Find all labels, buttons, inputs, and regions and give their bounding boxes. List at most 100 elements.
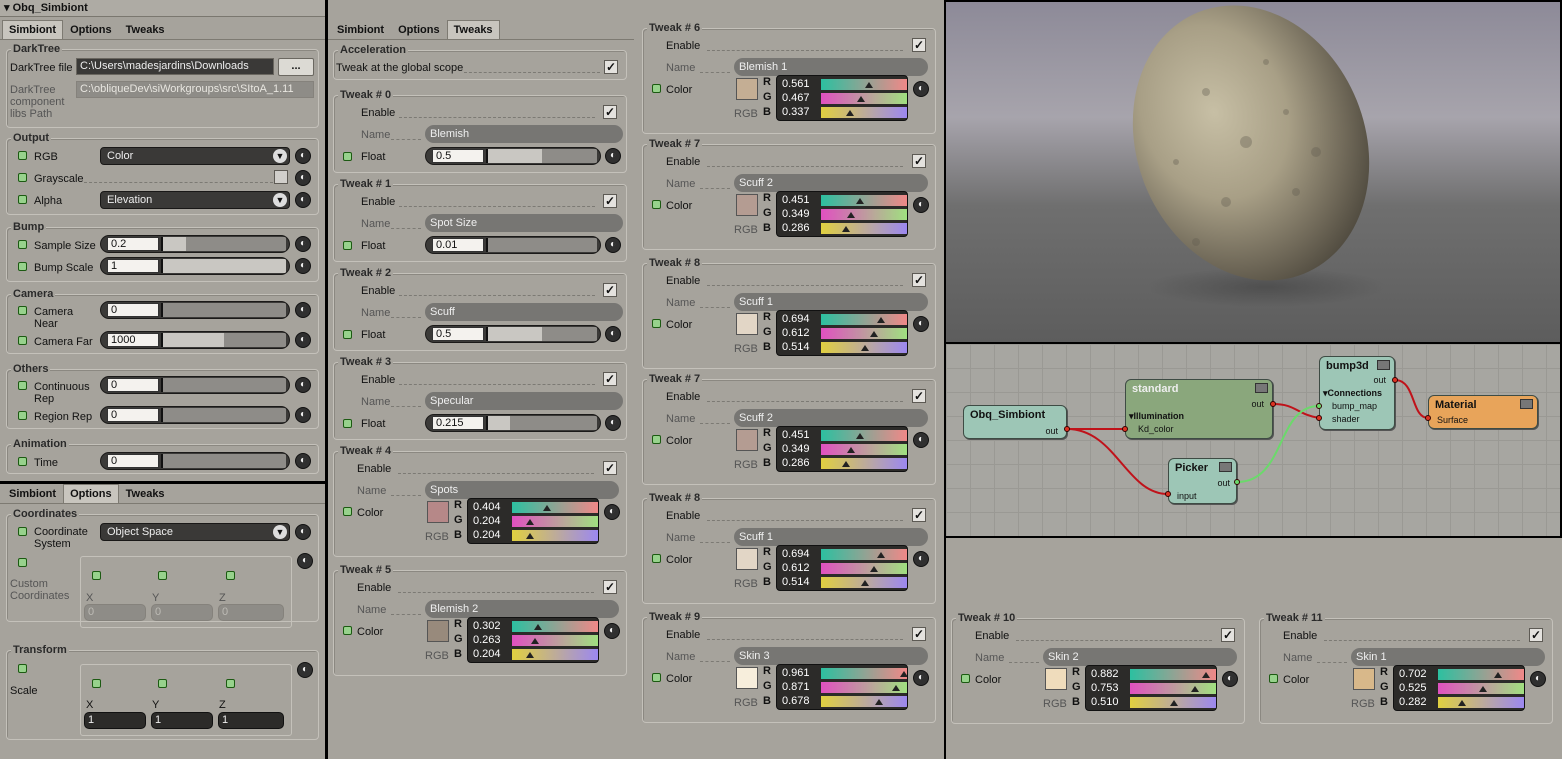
connect-icon[interactable]: ◐ [295, 377, 311, 393]
time-anim-dot[interactable] [18, 457, 27, 466]
color-anim-dot[interactable] [652, 554, 661, 563]
red-value[interactable]: 0.694 [779, 548, 819, 561]
red-slider[interactable] [512, 621, 598, 632]
sample-size-slider[interactable]: 0.2 [100, 235, 290, 253]
blue-value[interactable]: 0.282 [1396, 696, 1436, 709]
blue-value[interactable]: 0.678 [779, 695, 819, 708]
blue-slider[interactable] [821, 107, 907, 118]
node-menu-icon[interactable] [1255, 383, 1268, 393]
standard-out-port[interactable] [1270, 401, 1276, 407]
bump-map-port[interactable] [1316, 403, 1322, 409]
color-anim-dot[interactable] [1269, 674, 1278, 683]
color-swatch[interactable] [736, 194, 758, 216]
green-slider[interactable] [1438, 683, 1524, 694]
node-standard[interactable]: standard out ▾Illumination Kd_color [1125, 379, 1273, 439]
connect-icon[interactable]: ◐ [1222, 671, 1238, 687]
enable-checkbox[interactable]: ✓ [603, 372, 617, 386]
green-slider[interactable] [821, 682, 907, 693]
continuous-rep-slider[interactable]: 0 [100, 376, 290, 394]
green-value[interactable]: 0.612 [779, 562, 819, 575]
color-swatch[interactable] [736, 667, 758, 689]
connect-icon[interactable]: ◐ [605, 148, 621, 164]
red-value[interactable]: 0.882 [1088, 668, 1128, 681]
connect-icon[interactable]: ◐ [295, 332, 311, 348]
blue-slider[interactable] [821, 223, 907, 234]
red-value[interactable]: 0.961 [779, 667, 819, 680]
connect-icon[interactable]: ◐ [913, 670, 929, 686]
connect-icon[interactable]: ◐ [295, 148, 311, 164]
red-slider[interactable] [821, 430, 907, 441]
bump3d-out-port[interactable] [1392, 377, 1398, 383]
red-slider[interactable] [821, 195, 907, 206]
color-swatch[interactable] [736, 429, 758, 451]
color-anim-dot[interactable] [652, 84, 661, 93]
bump-scale-anim-dot[interactable] [18, 262, 27, 271]
enable-checkbox[interactable]: ✓ [912, 627, 926, 641]
connect-icon[interactable]: ◐ [295, 453, 311, 469]
connect-icon[interactable]: ◐ [1530, 671, 1546, 687]
tweak-name-field[interactable]: Specular [425, 392, 623, 410]
region-rep-anim-dot[interactable] [18, 411, 27, 420]
tweak-name-field[interactable]: Blemish 2 [425, 600, 619, 618]
rgb-select[interactable]: Color ▼ [100, 147, 290, 165]
blue-slider[interactable] [512, 649, 598, 660]
blue-slider[interactable] [821, 577, 907, 588]
camera-near-slider[interactable]: 0 [100, 301, 290, 319]
color-anim-dot[interactable] [343, 626, 352, 635]
blue-value[interactable]: 0.337 [779, 106, 819, 119]
connect-icon[interactable]: ◐ [295, 258, 311, 274]
node-menu-icon[interactable] [1219, 462, 1232, 472]
blue-slider[interactable] [1130, 697, 1216, 708]
color-anim-dot[interactable] [343, 507, 352, 516]
enable-checkbox[interactable]: ✓ [912, 38, 926, 52]
tweak-name-field[interactable]: Spots [425, 481, 619, 499]
tab-simbiont[interactable]: Simbiont [2, 20, 64, 40]
green-slider[interactable] [512, 516, 598, 527]
red-slider[interactable] [821, 549, 907, 560]
tweak-name-field[interactable]: Blemish 1 [734, 58, 928, 76]
rgb-sliders[interactable]: 0.882 0.753 0.510 [1085, 665, 1217, 711]
color-anim-dot[interactable] [652, 673, 661, 682]
color-anim-dot[interactable] [652, 435, 661, 444]
picker-input-port[interactable] [1165, 491, 1171, 497]
connect-icon[interactable]: ◐ [295, 170, 311, 186]
enable-checkbox[interactable]: ✓ [1529, 628, 1543, 642]
red-value[interactable]: 0.702 [1396, 668, 1436, 681]
connect-icon[interactable]: ◐ [913, 432, 929, 448]
tweak-name-field[interactable]: Scuff 1 [734, 528, 928, 546]
float-slider[interactable]: 0.01 [425, 236, 601, 254]
float-anim-dot[interactable] [343, 241, 352, 250]
color-swatch[interactable] [736, 548, 758, 570]
green-value[interactable]: 0.349 [779, 443, 819, 456]
sample-anim-dot[interactable] [18, 240, 27, 249]
tweak-name-field[interactable]: Skin 3 [734, 647, 928, 665]
node-bump3d[interactable]: bump3d out ▾Connections bump_map shader [1319, 356, 1395, 430]
tab-simbiont[interactable]: Simbiont [330, 20, 391, 40]
coordinate-system-select[interactable]: Object Space ▼ [100, 523, 290, 541]
green-value[interactable]: 0.349 [779, 208, 819, 221]
tab-tweaks[interactable]: Tweaks [119, 20, 172, 40]
connect-icon[interactable]: ◐ [913, 551, 929, 567]
red-value[interactable]: 0.561 [779, 78, 819, 91]
rgb-sliders[interactable]: 0.694 0.612 0.514 [776, 310, 908, 356]
green-value[interactable]: 0.263 [470, 634, 510, 647]
tweak-name-field[interactable]: Skin 1 [1351, 648, 1545, 666]
blue-value[interactable]: 0.286 [779, 222, 819, 235]
tab-options[interactable]: Options [63, 484, 119, 504]
tab-options[interactable]: Options [391, 20, 447, 40]
float-anim-dot[interactable] [343, 419, 352, 428]
float-anim-dot[interactable] [343, 330, 352, 339]
color-swatch[interactable] [1353, 668, 1375, 690]
color-swatch[interactable] [736, 313, 758, 335]
color-swatch[interactable] [427, 620, 449, 642]
rgb-sliders[interactable]: 0.451 0.349 0.286 [776, 191, 908, 237]
tweak-name-field[interactable]: Spot Size [425, 214, 623, 232]
green-slider[interactable] [821, 563, 907, 574]
scale-x-field[interactable]: 1 [84, 712, 146, 729]
red-slider[interactable] [821, 314, 907, 325]
color-anim-dot[interactable] [652, 200, 661, 209]
grayscale-anim-dot[interactable] [18, 173, 27, 182]
green-value[interactable]: 0.753 [1088, 682, 1128, 695]
connect-icon[interactable]: ◐ [913, 197, 929, 213]
connect-icon[interactable]: ◐ [295, 302, 311, 318]
